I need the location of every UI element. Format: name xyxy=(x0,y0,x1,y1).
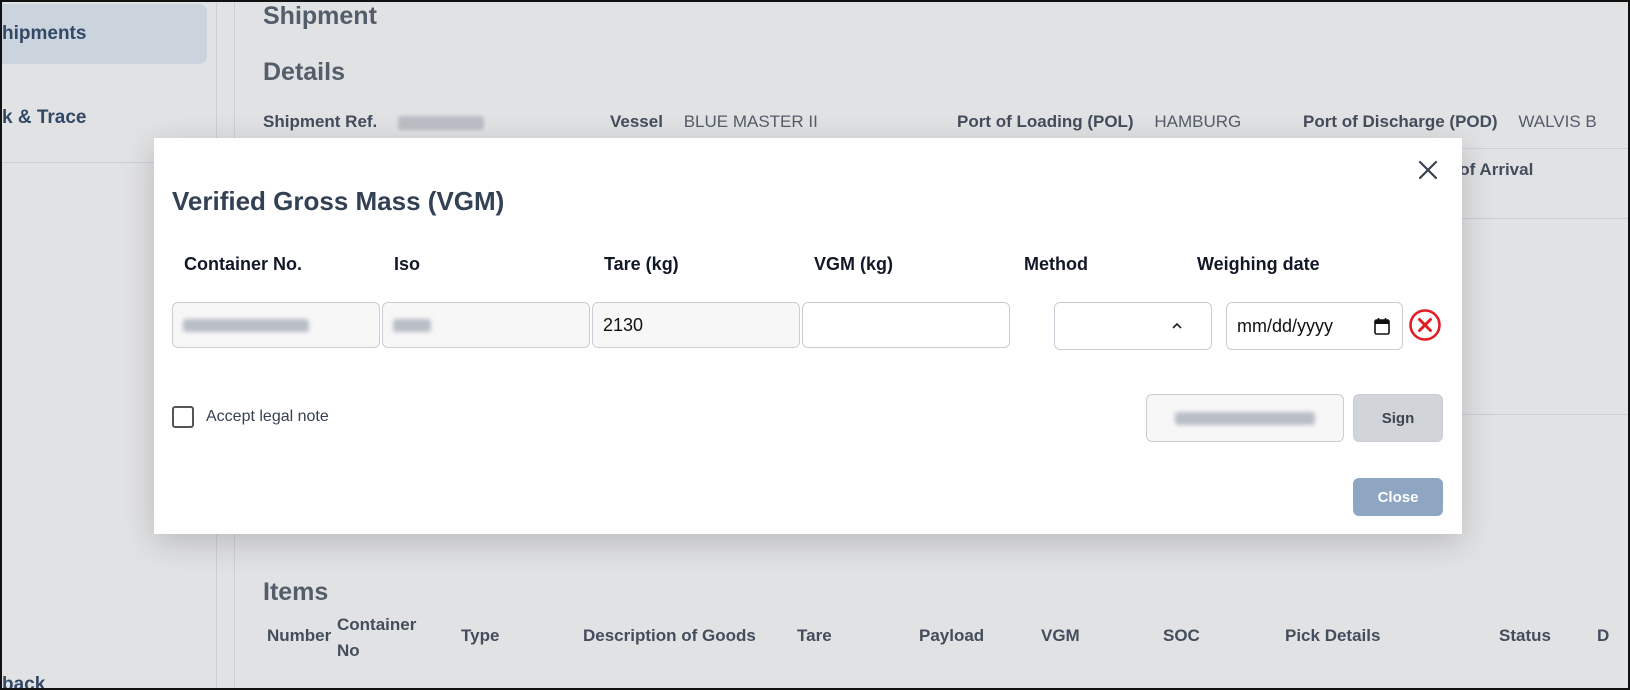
calendar-icon[interactable] xyxy=(1374,317,1390,340)
accept-legal-note[interactable]: Accept legal note xyxy=(172,406,329,428)
tare-value: 2130 xyxy=(603,314,644,335)
tare-field[interactable]: 2130 xyxy=(592,302,800,348)
col-container-no: Container No. xyxy=(184,254,303,274)
close-button[interactable]: Close xyxy=(1353,478,1443,516)
col-vgm: VGM (kg) xyxy=(814,254,893,274)
weighing-date-input[interactable]: mm/dd/yyyy xyxy=(1226,302,1403,350)
col-tare: Tare (kg) xyxy=(604,254,679,274)
signer-button[interactable] xyxy=(1146,394,1344,442)
close-icon[interactable] xyxy=(1414,156,1442,184)
method-select[interactable] xyxy=(1054,302,1212,350)
col-iso: Iso xyxy=(394,254,421,274)
redacted-value xyxy=(183,318,309,332)
col-method: Method xyxy=(1024,254,1088,274)
vgm-modal: Verified Gross Mass (VGM) Container No. … xyxy=(154,138,1462,534)
sign-button[interactable]: Sign xyxy=(1353,394,1443,442)
accept-legal-label: Accept legal note xyxy=(206,408,329,425)
remove-row-icon[interactable] xyxy=(1408,308,1442,342)
app-frame: hipments k & Trace back Shipment Details… xyxy=(0,0,1630,690)
redacted-value xyxy=(1175,411,1315,425)
iso-field[interactable] xyxy=(382,302,590,348)
col-weighing-date: Weighing date xyxy=(1197,254,1320,274)
modal-title: Verified Gross Mass (VGM) xyxy=(172,186,505,216)
container-no-field[interactable] xyxy=(172,302,380,348)
vgm-input[interactable] xyxy=(802,302,1010,348)
date-placeholder: mm/dd/yyyy xyxy=(1237,315,1334,336)
chevron-up-icon xyxy=(1171,319,1183,337)
accept-legal-checkbox[interactable] xyxy=(172,406,194,428)
redacted-value xyxy=(393,318,431,332)
